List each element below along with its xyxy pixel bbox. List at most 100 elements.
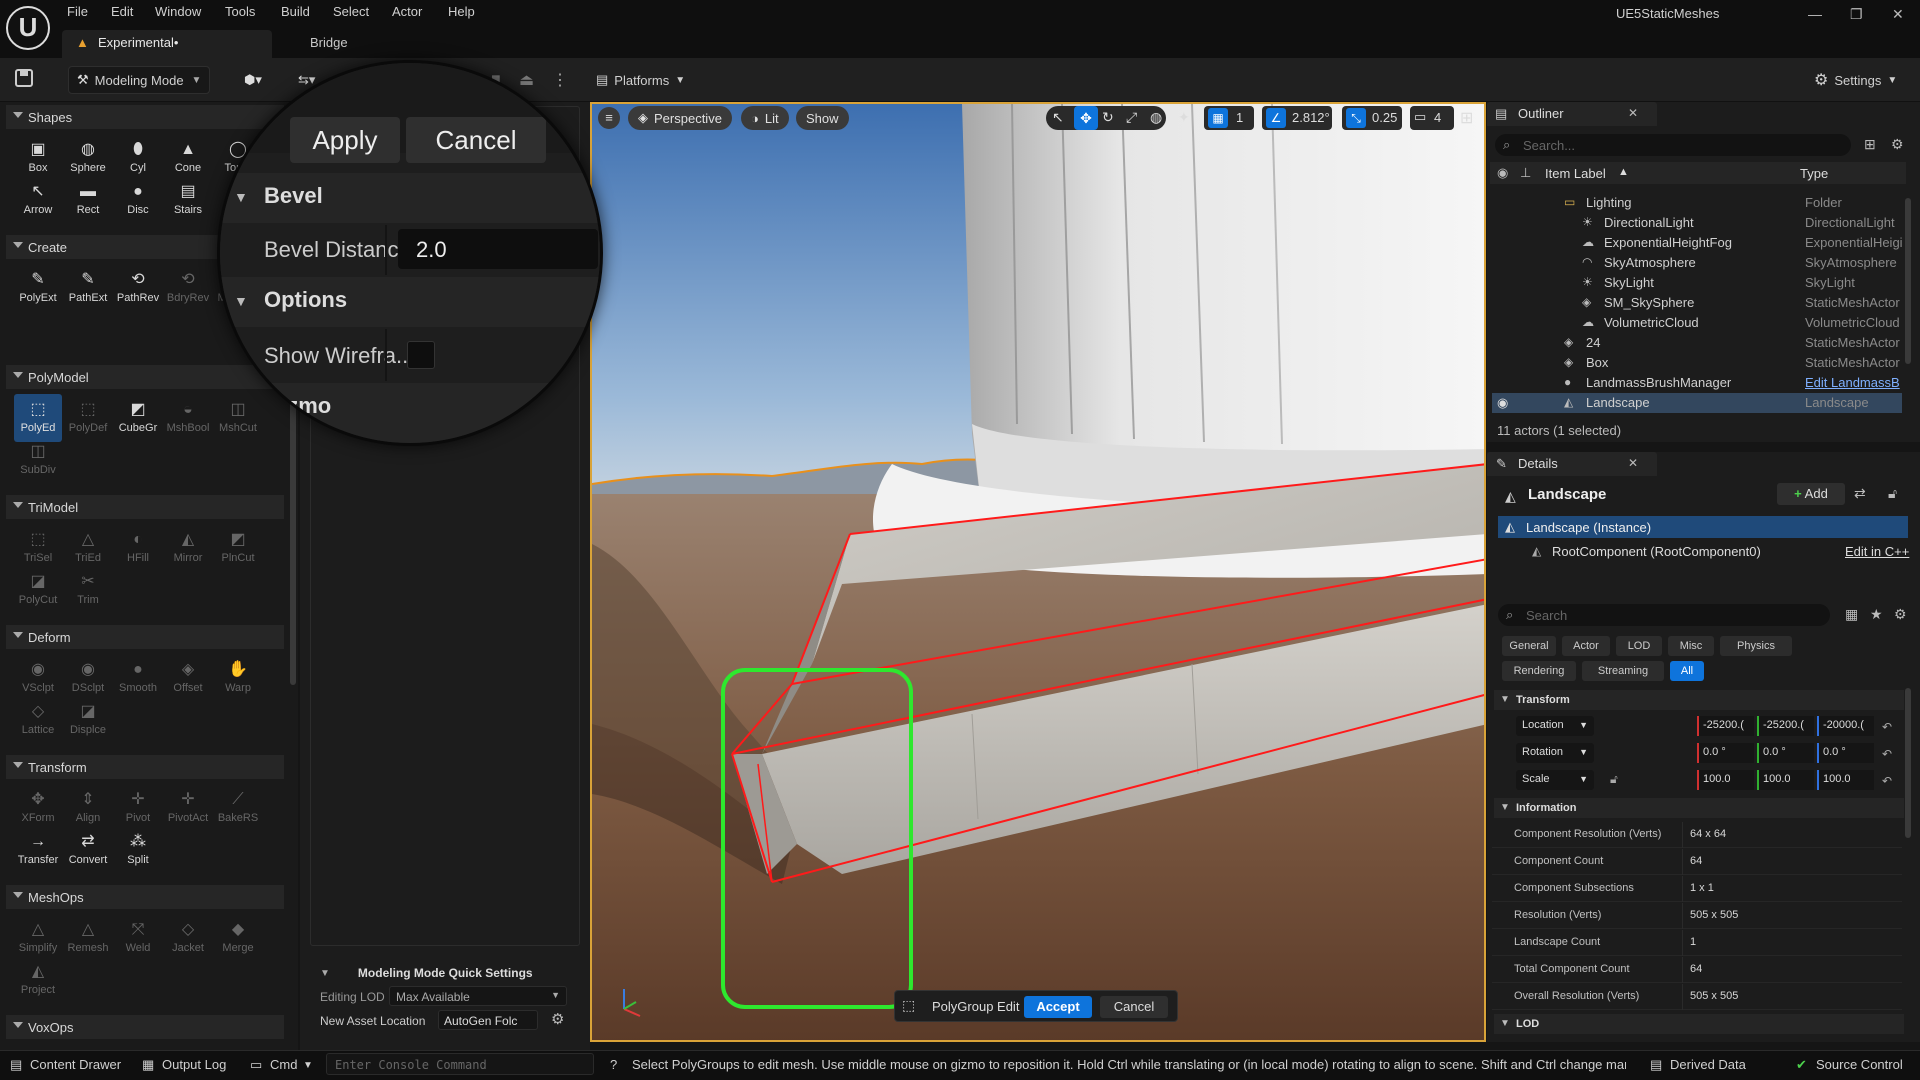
menu-file[interactable]: File <box>67 4 88 19</box>
outliner-row[interactable]: ● LandmassBrushManager Edit LandmassB <box>1492 373 1902 393</box>
close-tab-icon[interactable]: ✕ <box>1628 106 1638 120</box>
tool-cone[interactable]: ▲ Cone <box>164 134 212 182</box>
filter-actor[interactable]: Actor <box>1562 636 1610 656</box>
tool-displce[interactable]: ◪ Displce <box>64 696 112 744</box>
details-search-input[interactable]: ⌕ Search <box>1498 604 1830 626</box>
menu-tools[interactable]: Tools <box>225 4 255 19</box>
edit-cpp-link[interactable]: Edit in C++ <box>1845 544 1909 559</box>
tool-box[interactable]: ▣ Box <box>14 134 62 182</box>
rotation-x-field[interactable]: 0.0 ° <box>1697 743 1754 763</box>
filter-rendering[interactable]: Rendering <box>1502 661 1576 681</box>
tool-dsclpt[interactable]: ◉ DSclpt <box>64 654 112 702</box>
tool-split[interactable]: ⁂ Split <box>114 826 162 874</box>
visibility-icon[interactable]: ◉ <box>1497 165 1508 181</box>
tool-arrow[interactable]: ↖ Arrow <box>14 176 62 224</box>
outliner-row[interactable]: ◈ SM_SkySphere StaticMeshActor <box>1492 293 1902 313</box>
outliner-row[interactable]: ◈ 24 StaticMeshActor <box>1492 333 1902 353</box>
accept-button[interactable]: Accept <box>1024 996 1092 1018</box>
tool-bakers[interactable]: ⟋ BakeRS <box>214 784 262 832</box>
translate-mode-icon[interactable]: ✥ <box>1074 106 1098 130</box>
deform-section-header[interactable]: Deform <box>6 625 284 649</box>
tool-weld[interactable]: ⤧ Weld <box>114 914 162 962</box>
star-icon[interactable]: ★ <box>1870 606 1883 623</box>
level-viewport[interactable] <box>590 102 1486 1042</box>
tool-rect[interactable]: ▬ Rect <box>64 176 112 224</box>
scale-mode-select[interactable]: Scale ▼ <box>1516 770 1594 790</box>
close-window-icon[interactable]: ✕ <box>1892 6 1904 23</box>
bevel-distance-input[interactable]: 2.0 <box>398 229 598 269</box>
tool-hfill[interactable]: ◐ HFill <box>114 524 162 572</box>
rotation-mode-select[interactable]: Rotation ▼ <box>1516 743 1594 763</box>
filter-lod[interactable]: LOD <box>1616 636 1662 656</box>
tool-align[interactable]: ⇕ Align <box>64 784 112 832</box>
tool-transfer[interactable]: → Transfer <box>14 826 62 874</box>
tool-mshbool[interactable]: ◒ MshBool <box>164 394 212 442</box>
perspective-dropdown[interactable]: ◈ Perspective <box>628 106 732 130</box>
gear-icon[interactable]: ⚙ <box>1894 606 1907 623</box>
tool-subdiv[interactable]: ◫ SubDiv <box>14 436 62 484</box>
editing-lod-select[interactable]: Max Available ▼ <box>389 986 567 1006</box>
tool-smooth[interactable]: ● Smooth <box>114 654 162 702</box>
tool-offset[interactable]: ◈ Offset <box>164 654 212 702</box>
cancel-button[interactable]: Cancel <box>1100 996 1168 1018</box>
settings-dropdown[interactable]: ⚙ Settings ▼ <box>1814 66 1897 94</box>
menu-edit[interactable]: Edit <box>111 4 133 19</box>
scale-z-field[interactable]: 100.0 <box>1817 770 1874 790</box>
tool-bdryrev[interactable]: ⟲ BdryRev <box>164 264 212 312</box>
visibility-icon[interactable]: ◉ <box>1497 395 1508 411</box>
source-control-button[interactable]: Source Control <box>1816 1057 1903 1072</box>
tool-plncut[interactable]: ◩ PlnCut <box>214 524 262 572</box>
trimodel-section-header[interactable]: TriModel <box>6 495 284 519</box>
location-y-field[interactable]: -25200.( <box>1757 716 1814 736</box>
transform-section-header[interactable]: Transform <box>6 755 284 779</box>
tool-tried[interactable]: △ TriEd <box>64 524 112 572</box>
tool-convert[interactable]: ⇄ Convert <box>64 826 112 874</box>
content-drawer-button[interactable]: Content Drawer <box>30 1057 121 1072</box>
bevel-header[interactable]: ▼ Bevel <box>220 173 600 223</box>
tool-mirror[interactable]: ◭ Mirror <box>164 524 212 572</box>
outliner-item-type[interactable]: Edit LandmassB <box>1805 375 1900 390</box>
gear-icon[interactable]: ⚙ <box>551 1010 564 1028</box>
gizmo-header[interactable]: Gizmo <box>220 383 600 443</box>
minimize-icon[interactable]: — <box>1808 6 1822 22</box>
save-icon[interactable] <box>14 68 36 90</box>
apply-button[interactable]: Apply <box>290 117 400 163</box>
root-component-label[interactable]: RootComponent (RootComponent0) <box>1552 544 1761 559</box>
outliner-search-input[interactable]: ⌕ Search... <box>1495 134 1851 156</box>
tool-remesh[interactable]: △ Remesh <box>64 914 112 962</box>
reset-rotation-icon[interactable]: ↶ <box>1882 747 1892 761</box>
tool-jacket[interactable]: ◇ Jacket <box>164 914 212 962</box>
filter-all[interactable]: All <box>1670 661 1704 681</box>
console-command-input[interactable]: Enter Console Command <box>326 1053 594 1075</box>
rotate-mode-icon[interactable]: ↻ <box>1102 109 1114 126</box>
filter-streaming[interactable]: Streaming <box>1582 661 1664 681</box>
voxops-section-header[interactable]: VoxOps <box>6 1015 284 1039</box>
tool-polycut[interactable]: ◪ PolyCut <box>14 566 62 614</box>
reset-scale-icon[interactable]: ↶ <box>1882 774 1892 788</box>
filter-misc[interactable]: Misc <box>1668 636 1714 656</box>
outliner-row[interactable]: ☁ VolumetricCloud VolumetricCloud <box>1492 313 1902 333</box>
tool-stairs[interactable]: ▤ Stairs <box>164 176 212 224</box>
new-asset-location-select[interactable]: AutoGen Folc <box>438 1010 538 1030</box>
lit-dropdown[interactable]: ◑ Lit <box>741 106 789 130</box>
location-z-field[interactable]: -20000.( <box>1817 716 1874 736</box>
bridge-tab[interactable]: Bridge <box>310 35 348 50</box>
outliner-row[interactable]: ☀ SkyLight SkyLight <box>1492 273 1902 293</box>
menu-select[interactable]: Select <box>333 4 369 19</box>
grid-size-value[interactable]: 1 <box>1236 110 1243 125</box>
item-label-column[interactable]: Item Label <box>1545 166 1606 181</box>
output-log-button[interactable]: Output Log <box>162 1057 226 1072</box>
outliner-row[interactable]: ☁ ExponentialHeightFog ExponentialHeigi <box>1492 233 1903 253</box>
show-wireframe-checkbox[interactable] <box>407 341 435 369</box>
viewport-menu-icon[interactable]: ≡ <box>598 107 620 129</box>
menu-actor[interactable]: Actor <box>392 4 422 19</box>
outliner-row[interactable]: ◠ SkyAtmosphere SkyAtmosphere <box>1492 253 1902 273</box>
world-space-icon[interactable]: ◍ <box>1150 109 1162 126</box>
tool-project[interactable]: ◭ Project <box>14 956 62 1004</box>
outliner-row[interactable]: ☀ DirectionalLight DirectionalLight <box>1492 213 1902 233</box>
derived-data-button[interactable]: Derived Data <box>1670 1057 1746 1072</box>
tool-pivot[interactable]: ✛ Pivot <box>114 784 162 832</box>
rotation-z-field[interactable]: 0.0 ° <box>1817 743 1874 763</box>
select-mode-icon[interactable]: ↖ <box>1052 109 1064 126</box>
close-tab-icon[interactable]: ✕ <box>1628 456 1638 470</box>
